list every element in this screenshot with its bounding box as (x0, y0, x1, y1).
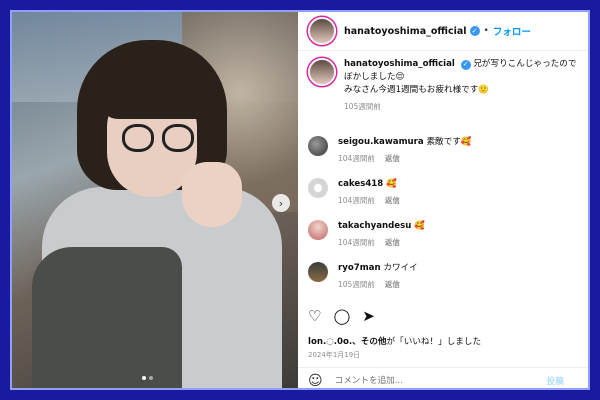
photo-glasses (122, 124, 200, 154)
reply-button[interactable]: 返信 (385, 238, 400, 247)
caption-text-line2: みなさん今週1週間もお疲れ様です🙂 (344, 85, 490, 95)
follow-button[interactable]: フォロー (493, 24, 531, 38)
likes-others[interactable]: 、その他 (352, 337, 386, 347)
screenshot-frame: › hanatoyoshima_official ✓ • フォロー hanato… (4, 4, 596, 396)
reply-button[interactable]: 返信 (385, 154, 400, 163)
photo-jacket (32, 247, 182, 388)
comment-item: cakes418 🥰 104週間前 返信 (308, 178, 583, 207)
chevron-right-icon[interactable]: › (272, 194, 290, 212)
caption-avatar[interactable] (308, 58, 336, 86)
heart-icon[interactable]: ♡ (308, 308, 321, 324)
comment-time: 104週間前 (338, 154, 375, 163)
comment-text: カワイイ (383, 263, 418, 273)
carousel-dots (142, 376, 153, 380)
comment-item: takachyandesu 🥰 104週間前 返信 (308, 220, 583, 249)
comment-avatar[interactable] (308, 178, 328, 198)
post-header: hanatoyoshima_official ✓ • フォロー (298, 12, 588, 51)
likes-summary: lon.◌.0o.、その他が「いいね！」しました (308, 335, 481, 347)
post-photo[interactable]: › (12, 12, 298, 388)
comment-text: 🥰 (414, 221, 425, 231)
comment-text: 🥰 (386, 179, 397, 189)
comment-avatar[interactable] (308, 262, 328, 282)
comment-username[interactable]: seigou.kawamura (338, 137, 424, 147)
comment-icon[interactable]: ◯ (333, 308, 350, 324)
reply-button[interactable]: 返信 (385, 196, 400, 205)
likes-tail: が「いいね！」しました (386, 337, 482, 347)
post-actions: ♡ ◯ ➤ (308, 308, 375, 324)
share-icon[interactable]: ➤ (362, 308, 375, 324)
comment-username[interactable]: takachyandesu (338, 221, 411, 231)
header-separator: • (483, 26, 489, 36)
comment-item: seigou.kawamura 素敵です🥰 104週間前 返信 (308, 136, 583, 165)
comment-time: 104週間前 (338, 238, 375, 247)
post-caption: hanatoyoshima_official ✓ 兄が写りこんじゃったのでぼかし… (308, 58, 583, 113)
avatar[interactable] (308, 17, 336, 45)
post-side-panel: hanatoyoshima_official ✓ • フォロー hanatoyo… (298, 12, 588, 389)
comment-time: 105週間前 (338, 280, 375, 289)
emoji-icon[interactable]: ☺ (308, 373, 323, 389)
verified-icon: ✓ (460, 59, 471, 70)
comment-username[interactable]: ryo7man (338, 263, 381, 273)
comment-username[interactable]: cakes418 (338, 179, 383, 189)
comment-avatar[interactable] (308, 220, 328, 240)
caption-time: 105週間前 (344, 102, 381, 111)
header-username[interactable]: hanatoyoshima_official (344, 26, 467, 37)
comment-time: 104週間前 (338, 196, 375, 205)
caption-username[interactable]: hanatoyoshima_official (344, 59, 455, 69)
likes-user[interactable]: lon.◌.0o. (308, 337, 352, 347)
photo-bangs (100, 57, 210, 119)
reply-button[interactable]: 返信 (385, 280, 400, 289)
comment-item: ryo7man カワイイ 105週間前 返信 (308, 262, 583, 291)
comment-avatar[interactable] (308, 136, 328, 156)
photo-hand (182, 162, 242, 227)
comment-input[interactable] (332, 374, 547, 387)
post-button[interactable]: 投稿 (547, 375, 564, 387)
post-date: 2024年1月19日 (308, 351, 361, 359)
comment-text: 素敵です🥰 (426, 137, 472, 147)
post-window: › hanatoyoshima_official ✓ • フォロー hanato… (10, 10, 590, 390)
verified-icon: ✓ (469, 26, 480, 36)
comment-composer: ☺ 投稿 (298, 367, 588, 389)
